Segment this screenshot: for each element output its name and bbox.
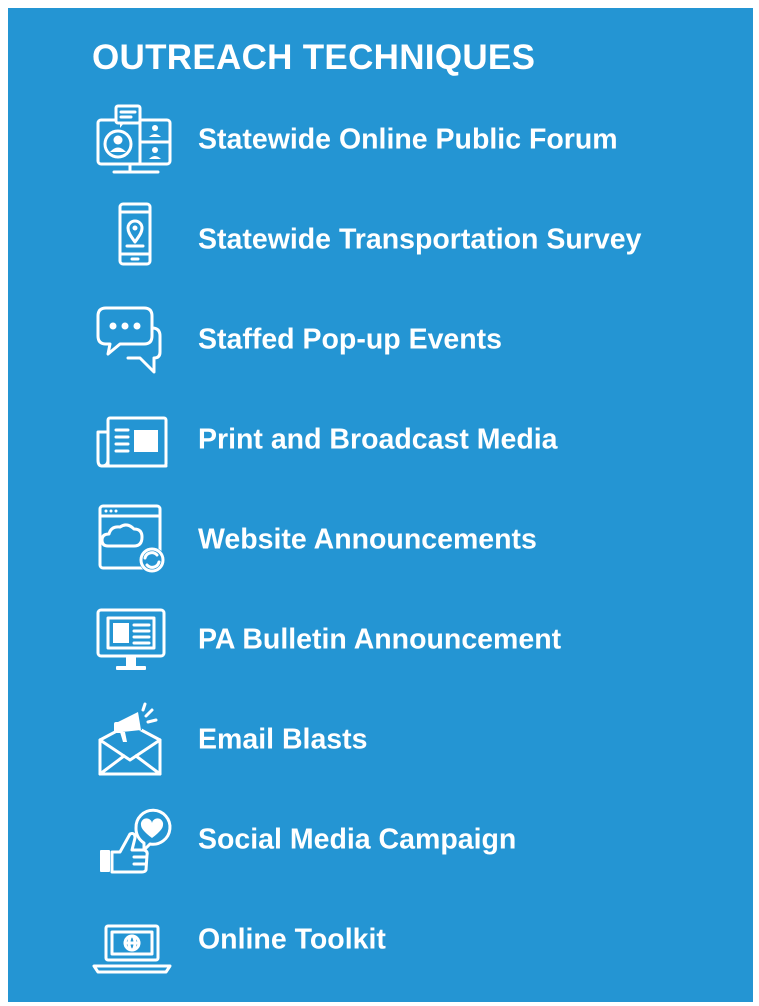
megaphone-envelope-icon	[86, 700, 176, 780]
laptop-globe-icon	[86, 900, 176, 980]
outreach-item-website: Website Announcements	[86, 500, 726, 580]
outreach-item-label: Statewide Transportation Survey	[198, 223, 642, 256]
outreach-item-transportation-survey: Statewide Transportation Survey	[86, 200, 726, 280]
outreach-item-online-forum: Statewide Online Public Forum	[86, 100, 726, 180]
outreach-item-label: PA Bulletin Announcement	[198, 623, 562, 656]
outreach-item-online-toolkit: Online Toolkit	[86, 900, 726, 980]
outreach-item-social-media: Social Media Campaign	[86, 800, 726, 880]
outreach-item-label: Staffed Pop-up Events	[198, 323, 503, 356]
outreach-item-pa-bulletin: PA Bulletin Announcement	[86, 600, 726, 680]
video-conference-icon	[86, 100, 176, 180]
outreach-item-label: Website Announcements	[198, 523, 537, 556]
outreach-panel: OUTREACH TECHNIQUES Statewide Online Pub…	[8, 8, 753, 1002]
mobile-location-icon	[86, 200, 176, 280]
monitor-document-icon	[86, 600, 176, 680]
thumbs-up-heart-icon	[86, 800, 176, 880]
outreach-item-popup-events: Staffed Pop-up Events	[86, 300, 726, 380]
outreach-item-label: Social Media Campaign	[198, 823, 517, 856]
outreach-item-label: Print and Broadcast Media	[198, 423, 558, 456]
outreach-item-print-media: Print and Broadcast Media	[86, 400, 726, 480]
outreach-item-email-blasts: Email Blasts	[86, 700, 726, 780]
newspaper-icon	[86, 400, 176, 480]
panel-title: OUTREACH TECHNIQUES	[92, 38, 536, 77]
outreach-item-label: Statewide Online Public Forum	[198, 123, 618, 156]
web-cloud-sync-icon	[86, 500, 176, 580]
outreach-item-label: Email Blasts	[198, 723, 368, 756]
outreach-item-label: Online Toolkit	[198, 923, 386, 956]
chat-bubbles-icon	[86, 300, 176, 380]
